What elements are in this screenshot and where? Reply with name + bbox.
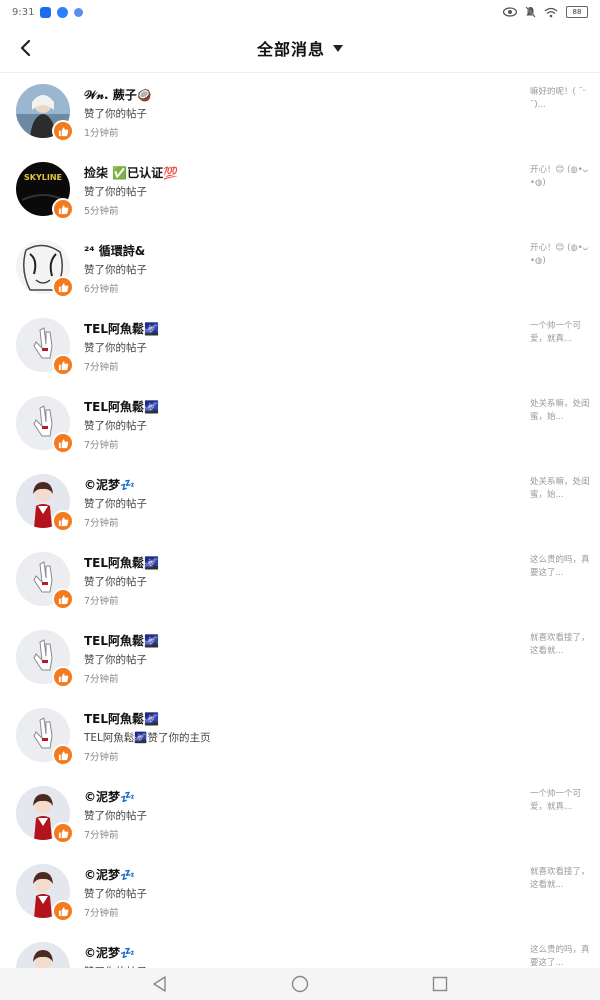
notification-action: 赞了你的帖子 xyxy=(84,420,147,432)
user-name[interactable]: 𝒲𝓃. 蕨子🥥 xyxy=(84,86,152,103)
message-filter-dropdown[interactable]: 全部消息 xyxy=(257,36,343,60)
notification-action: 赞了你的帖子 xyxy=(84,654,147,666)
thumbs-up-icon xyxy=(52,432,74,454)
page-title: 全部消息 xyxy=(256,40,325,59)
notification-action: 赞了你的帖子 xyxy=(84,576,147,588)
user-name[interactable]: TEL阿魚鬆🌌 xyxy=(84,632,159,649)
notification-action: 赞了你的帖子 xyxy=(84,108,147,120)
post-preview[interactable]: 处关系嘛，处闺蜜，始... xyxy=(530,476,590,516)
user-name[interactable]: ©泥梦💤 xyxy=(84,788,135,805)
user-name[interactable]: TEL阿魚鬆🌌 xyxy=(84,320,159,337)
post-preview[interactable]: 开心！😊 (◍•ᴗ•◍) xyxy=(530,242,590,282)
thumbs-up-icon xyxy=(52,588,74,610)
notification-row[interactable]: TEL阿魚鬆🌌 赞了你的帖子 7分钟前 一个帅一个可爱，就真... xyxy=(0,306,600,384)
post-preview[interactable]: 嘛好的呢！( ˘ᵕ˘)... xyxy=(530,86,590,126)
notification-action: TEL阿魚鬆🌌赞了你的主页 xyxy=(84,732,211,744)
app-icon xyxy=(57,6,69,18)
thumbs-up-icon xyxy=(52,354,74,376)
svg-text:SKYLINE: SKYLINE xyxy=(24,173,62,182)
notification-action: 赞了你的帖子 xyxy=(84,810,147,822)
notification-row[interactable]: ©泥梦💤 赞了你的帖子 7分钟前 就喜欢看接了，这看就... xyxy=(0,852,600,930)
notification-time: 7分钟前 xyxy=(84,674,119,685)
thumbs-up-icon xyxy=(52,744,74,766)
notification-list: 𝒲𝓃. 蕨子🥥 赞了你的帖子 1分钟前 嘛好的呢！( ˘ᵕ˘)... SKYLINE 捡柒… xyxy=(0,72,600,968)
user-name[interactable]: TEL阿魚鬆🌌 xyxy=(84,398,159,415)
user-name[interactable]: ©泥梦💤 xyxy=(84,866,135,883)
notification-time: 7分钟前 xyxy=(84,440,119,451)
notification-row[interactable]: ©泥梦💤 赞了你的帖子 7分钟前 处关系嘛，处闺蜜，始... xyxy=(0,462,600,540)
status-bar: 9:31 88 xyxy=(0,0,600,24)
nav-back-button[interactable] xyxy=(149,973,171,995)
chevron-left-icon xyxy=(20,39,31,57)
notification-action: 赞了你的帖子 xyxy=(84,498,147,510)
post-preview[interactable]: 这么贵的吗，真要这了... xyxy=(530,554,590,594)
notification-time: 1分钟前 xyxy=(84,128,119,139)
thumbs-up-icon xyxy=(52,276,74,298)
notification-action: 赞了你的帖子 xyxy=(84,186,147,198)
notification-action: 赞了你的帖子 xyxy=(84,342,147,354)
notification-time: 7分钟前 xyxy=(84,596,119,607)
thumbs-up-icon xyxy=(52,666,74,688)
post-preview[interactable]: 开心！😊 (◍•ᴗ•◍) xyxy=(530,164,590,204)
back-triangle-icon xyxy=(153,976,166,992)
notification-row[interactable]: TEL阿魚鬆🌌 赞了你的帖子 7分钟前 就喜欢看接了，这看就... xyxy=(0,618,600,696)
notification-time: 6分钟前 xyxy=(84,284,119,295)
post-preview[interactable]: 处关系嘛，处闺蜜，始... xyxy=(530,398,590,438)
wifi-icon xyxy=(544,7,558,17)
notification-row[interactable]: ©泥梦💤 赞了你的帖子 7分钟前 一个帅一个可爱，就真... xyxy=(0,774,600,852)
notification-row[interactable]: TEL阿魚鬆🌌 赞了你的帖子 7分钟前 处关系嘛，处闺蜜，始... xyxy=(0,384,600,462)
mute-icon xyxy=(525,6,536,18)
header: 全部消息 xyxy=(0,24,600,73)
thumbs-up-icon xyxy=(52,120,74,142)
thumbs-up-icon xyxy=(52,510,74,532)
notification-row[interactable]: TEL阿魚鬆🌌 赞了你的帖子 7分钟前 这么贵的吗，真要这了... xyxy=(0,540,600,618)
nav-recents-button[interactable] xyxy=(429,973,451,995)
notification-row[interactable]: ²⁴ 循環詩& 赞了你的帖子 6分钟前 开心！😊 (◍•ᴗ•◍) xyxy=(0,228,600,306)
post-preview[interactable]: 就喜欢看接了，这看就... xyxy=(530,866,590,906)
notification-time: 7分钟前 xyxy=(84,752,119,763)
app-icon xyxy=(40,6,52,18)
user-name[interactable]: ©泥梦💤 xyxy=(84,476,135,493)
thumbs-up-icon xyxy=(52,198,74,220)
user-name[interactable]: 捡柒 ✅已认证💯 xyxy=(84,164,178,181)
post-preview[interactable]: 一个帅一个可爱，就真... xyxy=(530,320,590,360)
notification-row[interactable]: TEL阿魚鬆🌌 TEL阿魚鬆🌌赞了你的主页 7分钟前 xyxy=(0,696,600,774)
notification-time: 7分钟前 xyxy=(84,908,119,919)
thumbs-up-icon xyxy=(52,900,74,922)
post-preview[interactable] xyxy=(530,710,590,750)
back-button[interactable] xyxy=(12,34,40,62)
notification-action: 赞了你的帖子 xyxy=(84,264,147,276)
notification-action: 赞了你的帖子 xyxy=(84,888,147,900)
recents-square-icon xyxy=(432,976,448,992)
notification-row[interactable]: 𝒲𝓃. 蕨子🥥 赞了你的帖子 1分钟前 嘛好的呢！( ˘ᵕ˘)... xyxy=(0,72,600,150)
user-name[interactable]: TEL阿魚鬆🌌 xyxy=(84,554,159,571)
app-icon xyxy=(74,7,84,17)
notification-time: 7分钟前 xyxy=(84,830,119,841)
notification-row[interactable]: ©泥梦💤赞了你的帖子这么贵的吗，真要这了... xyxy=(0,930,600,968)
home-circle-icon xyxy=(291,975,309,993)
user-name[interactable]: TEL阿魚鬆🌌 xyxy=(84,710,159,727)
caret-down-icon xyxy=(333,44,343,52)
battery-icon: 88 xyxy=(566,6,588,18)
system-nav-bar xyxy=(0,968,600,1000)
page: 9:31 88 全部消息 𝒲𝓃. 蕨子🥥 赞了你的帖子 1分钟前 嘛好的呢！( ˘ᵕ˘… xyxy=(0,0,600,1000)
notification-time: 7分钟前 xyxy=(84,518,119,529)
user-name[interactable]: ²⁴ 循環詩& xyxy=(84,242,145,259)
thumbs-up-icon xyxy=(52,822,74,844)
eye-icon xyxy=(503,7,517,17)
notification-time: 7分钟前 xyxy=(84,362,119,373)
status-time: 9:31 xyxy=(12,6,35,18)
notification-time: 5分钟前 xyxy=(84,206,119,217)
nav-home-button[interactable] xyxy=(289,973,311,995)
notification-row[interactable]: SKYLINE 捡柒 ✅已认证💯 赞了你的帖子 5分钟前 开心！😊 (◍•ᴗ•◍) xyxy=(0,150,600,228)
user-name[interactable]: ©泥梦💤 xyxy=(84,944,135,961)
avatar[interactable] xyxy=(16,942,70,968)
post-preview[interactable]: 就喜欢看接了，这看就... xyxy=(530,632,590,672)
post-preview[interactable]: 一个帅一个可爱，就真... xyxy=(530,788,590,828)
post-preview[interactable]: 这么贵的吗，真要这了... xyxy=(530,944,590,968)
